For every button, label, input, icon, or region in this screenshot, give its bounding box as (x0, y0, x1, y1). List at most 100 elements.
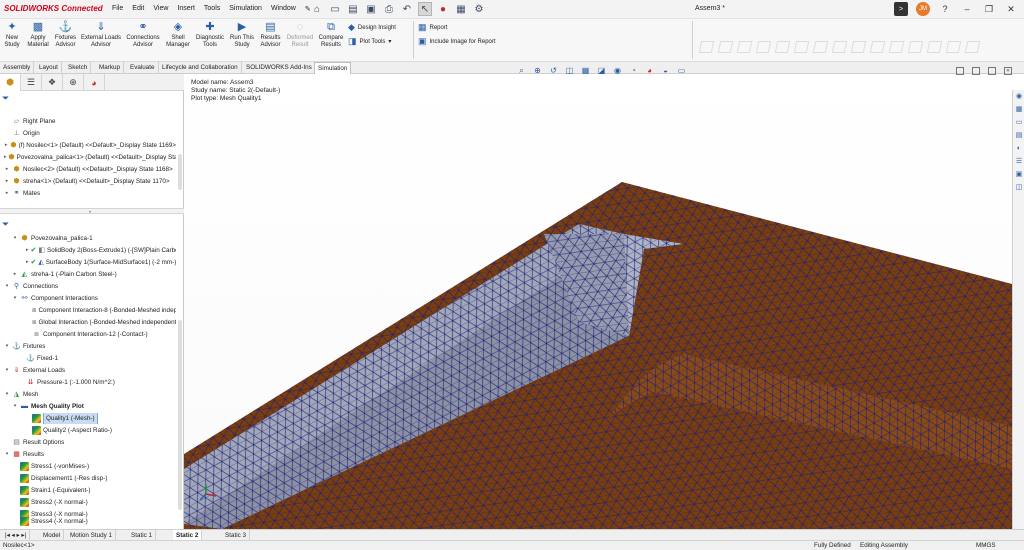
report-button[interactable]: ▦ Report (418, 22, 448, 33)
scene-icon[interactable]: ◒ (660, 65, 671, 76)
viewport-tile-icon[interactable] (972, 67, 980, 75)
previous-view-icon[interactable]: ↺ (548, 65, 559, 76)
property-manager-tab[interactable]: ☰ (21, 74, 42, 91)
expand-icon[interactable]: ▸ (4, 188, 10, 199)
tab-lifecycle[interactable]: Lifecycle and Collaboration (159, 62, 242, 74)
open-icon[interactable]: ▤ (346, 2, 360, 16)
tree-item[interactable]: ▾ ⚲ Connections (4, 281, 176, 292)
expand-icon[interactable]: ▸ (4, 164, 10, 175)
view-palette-icon[interactable]: ▤ (1014, 131, 1024, 141)
file-explorer-icon[interactable]: ▭ (1014, 118, 1024, 128)
collapse-icon[interactable]: ▾ (12, 233, 18, 244)
menu-insert[interactable]: Insert (177, 5, 195, 13)
viewport-restore-icon[interactable] (956, 67, 964, 75)
tree-item[interactable]: ⊥ Origin (4, 128, 176, 139)
tab-simulation[interactable]: Simulation (314, 62, 352, 74)
tab-assembly[interactable]: Assembly (0, 62, 35, 74)
tree-item[interactable]: ▾ ⬢ Povezovalna_palica-1 (12, 233, 176, 244)
menu-tools[interactable]: Tools (204, 5, 220, 13)
feature-manager-tab[interactable]: ⬢ (0, 74, 21, 91)
collapse-icon[interactable]: ▾ (4, 341, 10, 352)
terminal-icon[interactable]: > (894, 2, 908, 16)
tree-item[interactable]: Stress1 (-vonMises-) (20, 461, 176, 472)
filter-icon[interactable]: ⏷ (2, 93, 9, 104)
save-icon[interactable]: ▣ (364, 2, 378, 16)
tree-item[interactable]: Stress2 (-X normal-) (20, 497, 176, 508)
viewport-maximize-icon[interactable] (988, 67, 996, 75)
traffic-light-icon[interactable]: ● (436, 2, 450, 16)
solidworks-forum-icon[interactable]: ▣ (1014, 170, 1024, 180)
run-this-study-button[interactable]: ▶ Run This Study (229, 21, 255, 49)
shell-manager-button[interactable]: ◈ Shell Manager (164, 21, 192, 49)
tree-item[interactable]: ▸ ✔ ◧ SolidBody 2(Boss-Extrude1) (-[SW]Plai… (26, 245, 176, 256)
external-loads-advisor-button[interactable]: ⇓ External Loads Advisor (80, 21, 122, 49)
study-tree-scrollbar[interactable] (178, 320, 182, 510)
tree-item[interactable]: Displacement1 (-Res disp-) (20, 473, 176, 484)
tree-item[interactable]: ▾ ⚯ Component Interactions (12, 293, 176, 304)
tree-item[interactable]: ▸ ⬢ (f) Nosilec<1> (Default) <<Default>_Di… (4, 140, 176, 151)
collapse-icon[interactable]: ▾ (4, 449, 10, 460)
tree-item[interactable]: ▱ Right Plane (4, 116, 176, 127)
collapse-icon[interactable]: ▾ (4, 389, 10, 400)
zoom-fit-icon[interactable]: ⌕ (516, 65, 527, 76)
tree-item[interactable]: ▸ ✔ ◭ SurfaceBody 1(Surface-MidSurface1) (-… (26, 257, 176, 268)
menu-edit[interactable]: Edit (132, 5, 144, 13)
expand-icon[interactable]: ▸ (12, 269, 18, 280)
section-view-icon[interactable]: ◫ (564, 65, 575, 76)
dimxpert-tab[interactable]: ⊕ (63, 74, 84, 91)
collapse-icon[interactable]: ▾ (12, 401, 18, 412)
tree-item[interactable]: ▸ ◭ streha-1 (-Plain Carbon Steel-) (12, 269, 176, 280)
tree-item[interactable]: ⧈ Global Interaction (-Bonded-Meshed inde… (32, 317, 176, 328)
results-advisor-button[interactable]: ▤ Results Advisor (258, 21, 283, 49)
tree-item[interactable]: ▾ ▬ Mesh Quality Plot (12, 401, 176, 412)
collapse-icon[interactable]: ▾ (4, 281, 10, 292)
tree-item[interactable]: ▾ ⚓ Fixtures (4, 341, 176, 352)
expand-icon[interactable]: ▸ (4, 176, 10, 187)
status-units[interactable]: MMGS (976, 541, 996, 550)
expand-icon[interactable]: ▸ (4, 140, 8, 151)
tree-item[interactable]: Strain1 (-Equivalent-) (20, 485, 176, 496)
tree-item[interactable]: Stress4 (-X normal-) (20, 516, 176, 527)
new-doc-icon[interactable]: ▭ (328, 2, 342, 16)
hide-show-icon[interactable]: ◔ (628, 65, 639, 76)
menu-simulation[interactable]: Simulation (229, 5, 262, 13)
tree-item[interactable]: ▸ ⬢ streha<1> (Default) <<Default>_Display… (4, 176, 176, 187)
appearance-icon[interactable]: ◕ (644, 65, 655, 76)
restore-icon[interactable]: ❐ (982, 2, 996, 16)
compare-results-button[interactable]: ⧉ Compare Results (317, 21, 345, 49)
configuration-manager-tab[interactable]: ❖ (42, 74, 63, 91)
custom-properties-icon[interactable]: ☰ (1014, 157, 1024, 167)
tree-item[interactable]: ⧈ Component Interaction-12 (-Contact-) (32, 329, 176, 340)
filter-icon[interactable]: ⏷ (2, 219, 9, 230)
apply-material-button[interactable]: ▩ Apply Material (25, 21, 51, 49)
tree-item[interactable]: ▸ ⬢ Povezovalna_palica<1> (Default) <<Defa… (4, 152, 176, 163)
expand-icon[interactable]: ▸ (26, 245, 29, 256)
tab-add-ins[interactable]: SOLIDWORKS Add-Ins (243, 62, 316, 74)
connections-advisor-button[interactable]: ⚭ Connections Advisor (125, 21, 161, 49)
solidworks-resources-icon[interactable]: ◉ (1014, 92, 1024, 102)
collapse-icon[interactable]: ▾ (4, 365, 10, 376)
menu-file[interactable]: File (112, 5, 123, 13)
tree-item[interactable]: ▾ ⇓ External Loads (4, 365, 176, 376)
design-insight-button[interactable]: ◆ Design Insight (348, 22, 396, 33)
tab-sketch[interactable]: Sketch (65, 62, 92, 74)
graphics-area[interactable]: Model name: Assem3 Study name: Static 2(… (184, 74, 1012, 529)
fixtures-advisor-button[interactable]: ⚓ Fixtures Advisor (53, 21, 78, 49)
design-library-icon[interactable]: ▦ (1014, 105, 1024, 115)
tab-evaluate[interactable]: Evaluate (127, 62, 159, 74)
tree-item[interactable]: ▸ ⬢ Nosilec<2> (Default) <<Default>_Displa… (4, 164, 176, 175)
rebuild-icon[interactable]: ▦ (454, 2, 468, 16)
view-orientation-icon[interactable]: ◪ (596, 65, 607, 76)
collapse-icon[interactable]: ▾ (12, 293, 18, 304)
deformed-result-button[interactable]: ◌ Deformed Result (286, 21, 314, 49)
recording-icon[interactable]: ◫ (1014, 183, 1024, 193)
tree-item[interactable]: ⧈ Component Interaction-8 (-Bonded-Meshed… (32, 305, 176, 316)
options-icon[interactable]: ⚙ (472, 2, 486, 16)
display-style-icon[interactable]: ◉ (612, 65, 623, 76)
diagnostic-tools-button[interactable]: ✚ Diagnostic Tools (194, 21, 226, 49)
print-icon[interactable]: ⎙ (382, 2, 396, 16)
dynamic-annotation-icon[interactable]: ▦ (580, 65, 591, 76)
solidworks-logo[interactable]: SOLIDWORKS Connected (4, 4, 103, 13)
display-settings-icon[interactable]: ▭ (676, 65, 687, 76)
appearances-icon[interactable]: ◐ (1014, 144, 1024, 154)
